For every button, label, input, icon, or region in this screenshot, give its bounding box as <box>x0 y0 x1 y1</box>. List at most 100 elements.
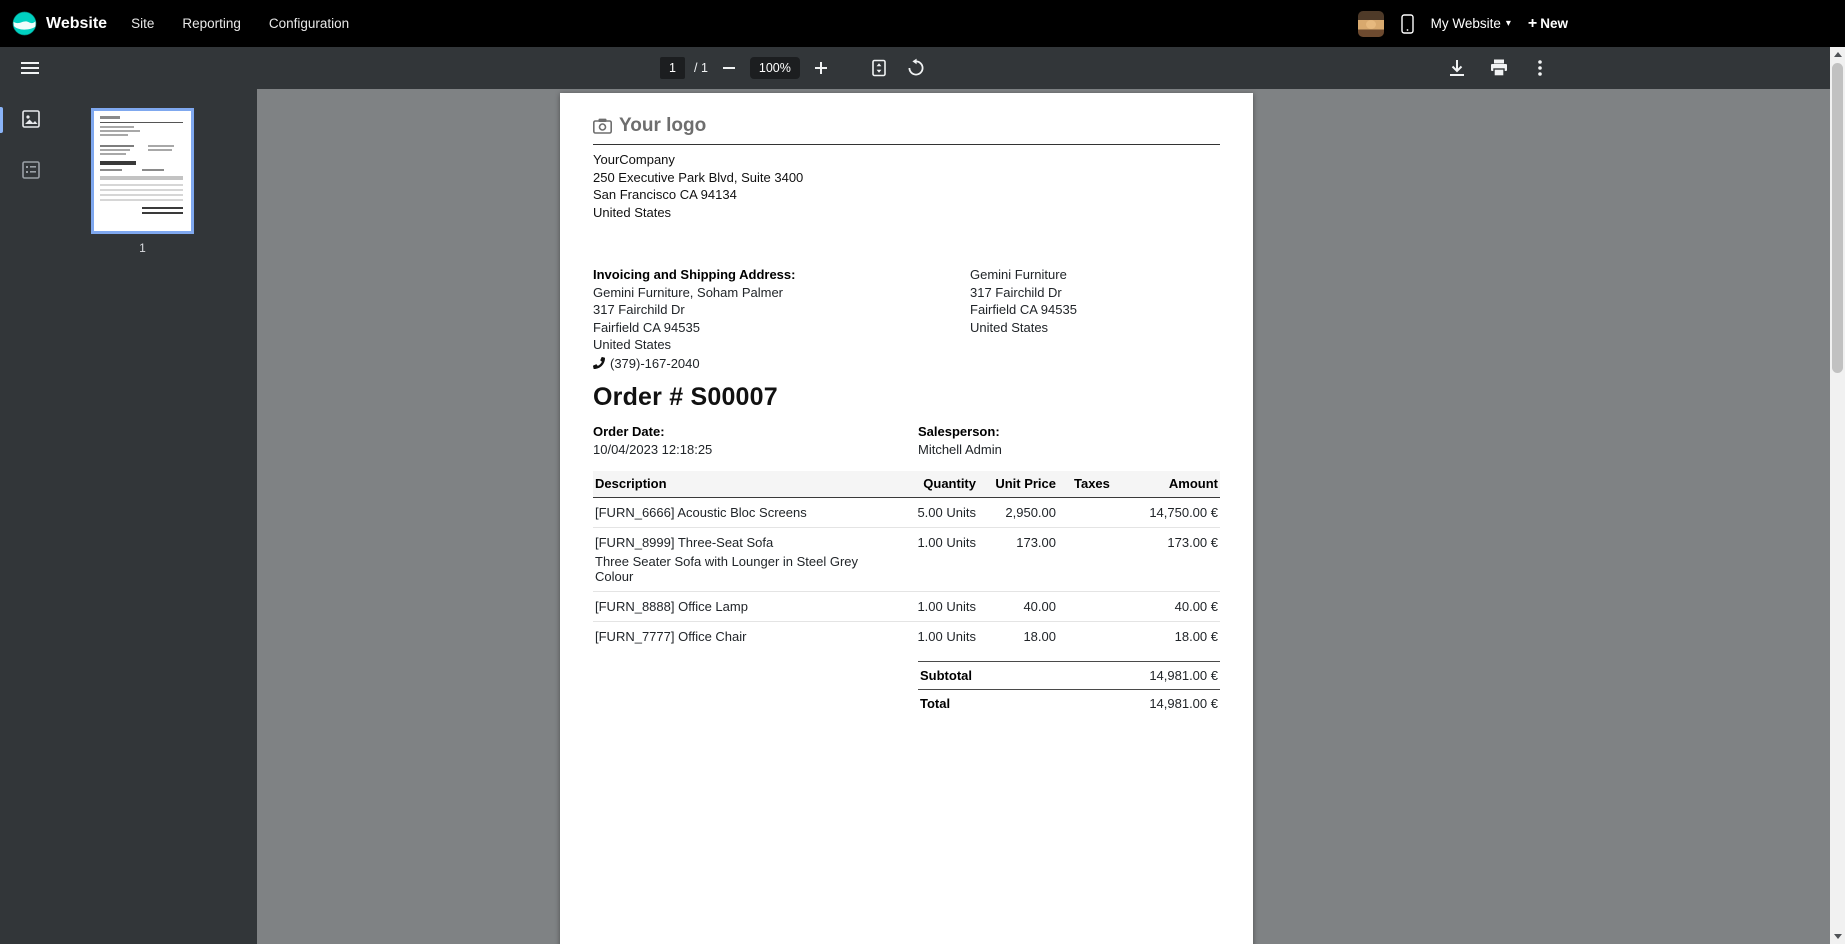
cell-description: [FURN_8888] Office Lamp <box>593 592 890 622</box>
cell-amount: 173.00 € <box>1120 528 1220 592</box>
col-quantity: Quantity <box>890 471 978 498</box>
subtotal-row: Subtotal 14,981.00 € <box>918 661 1220 689</box>
mobile-preview-button[interactable] <box>1401 14 1414 34</box>
cell-unit-price: 173.00 <box>978 528 1058 592</box>
rotate-button[interactable] <box>902 54 930 82</box>
page-thumbnail-preview <box>94 111 191 231</box>
menu-site[interactable]: Site <box>117 0 168 47</box>
scroll-up-arrow[interactable] <box>1830 47 1845 62</box>
invoicing-address-line: Fairfield CA 94535 <box>593 319 970 337</box>
download-button[interactable] <box>1443 54 1471 82</box>
user-avatar[interactable] <box>1358 11 1384 37</box>
cell-taxes <box>1058 592 1120 622</box>
company-address-line: United States <box>593 204 1220 222</box>
total-row: Total 14,981.00 € <box>918 689 1220 717</box>
cell-unit-price: 40.00 <box>978 592 1058 622</box>
invoicing-address-line: 317 Fairchild Dr <box>593 301 970 319</box>
cell-amount: 14,750.00 € <box>1120 498 1220 528</box>
col-taxes: Taxes <box>1058 471 1120 498</box>
table-row: [FURN_6666] Acoustic Bloc Screens 5.00 U… <box>593 498 1220 528</box>
cell-quantity: 5.00 Units <box>890 498 978 528</box>
zoom-out-button[interactable] <box>717 56 741 80</box>
zoom-in-button[interactable] <box>809 56 833 80</box>
table-row: [FURN_8888] Office Lamp 1.00 Units 40.00… <box>593 592 1220 622</box>
vertical-scrollbar[interactable] <box>1830 47 1845 944</box>
cell-quantity: 1.00 Units <box>890 528 978 592</box>
pdf-toolbar-right <box>1443 47 1553 89</box>
more-options-button[interactable] <box>1527 54 1553 82</box>
invoicing-address-line: Gemini Furniture, Soham Palmer <box>593 284 970 302</box>
subtotal-label: Subtotal <box>920 668 972 683</box>
table-row: [FURN_7777] Office Chair 1.00 Units 18.0… <box>593 622 1220 652</box>
col-amount: Amount <box>1120 471 1220 498</box>
rotate-icon <box>906 58 926 78</box>
company-address-line: San Francisco CA 94134 <box>593 186 1220 204</box>
salesperson-value: Mitchell Admin <box>918 441 1002 459</box>
new-content-button[interactable]: + New <box>1528 15 1568 33</box>
cell-quantity: 1.00 Units <box>890 592 978 622</box>
website-switcher-dropdown[interactable]: My Website ▾ <box>1431 16 1511 31</box>
total-value: 14,981.00 € <box>1149 696 1218 711</box>
company-address-block: YourCompany 250 Executive Park Blvd, Sui… <box>593 151 1220 221</box>
invoicing-address-line: United States <box>593 336 970 354</box>
scroll-down-arrow[interactable] <box>1830 929 1845 944</box>
website-app-logo-icon <box>12 11 37 36</box>
scrollbar-thumb[interactable] <box>1832 63 1843 373</box>
pdf-toolbar: / 1 100% <box>0 47 1845 89</box>
order-date-label: Order Date: <box>593 423 918 441</box>
subtotal-value: 14,981.00 € <box>1149 668 1218 683</box>
pdf-viewer: 1 Your logo YourCompany 250 Executive Pa… <box>0 89 1845 944</box>
table-header-row: Description Quantity Unit Price Taxes Am… <box>593 471 1220 498</box>
cell-quantity: 1.00 Units <box>890 622 978 652</box>
totals-block: Subtotal 14,981.00 € Total 14,981.00 € <box>918 661 1220 717</box>
website-switcher-label: My Website <box>1431 16 1501 31</box>
shipping-address-line: Gemini Furniture <box>970 266 1077 284</box>
shipping-address-line: Fairfield CA 94535 <box>970 301 1077 319</box>
sidebar-toggle-button[interactable] <box>16 54 44 82</box>
up-arrow-icon <box>1834 52 1842 57</box>
salesperson-block: Salesperson: Mitchell Admin <box>918 423 1002 459</box>
cell-taxes <box>1058 528 1120 592</box>
shipping-address-line: United States <box>970 319 1077 337</box>
hamburger-menu-icon <box>20 58 40 78</box>
fit-to-page-button[interactable] <box>865 54 893 82</box>
thumbnails-icon <box>21 109 41 129</box>
page-number-input[interactable] <box>660 57 685 79</box>
zoom-level-badge: 100% <box>750 57 800 79</box>
menu-reporting[interactable]: Reporting <box>168 0 255 47</box>
thumbnails-view-button[interactable] <box>17 105 45 133</box>
pdf-sidebar: 1 <box>0 89 257 944</box>
kebab-menu-icon <box>1531 58 1549 78</box>
plus-icon <box>813 60 829 76</box>
phone-number: (379)-167-2040 <box>610 355 700 373</box>
menu-configuration[interactable]: Configuration <box>255 0 363 47</box>
cell-unit-price: 18.00 <box>978 622 1058 652</box>
minus-icon <box>721 60 737 76</box>
addresses-section: Invoicing and Shipping Address: Gemini F… <box>593 266 1220 372</box>
app-switcher[interactable]: Website <box>0 11 117 36</box>
camera-icon <box>593 118 612 134</box>
chevron-down-icon: ▾ <box>1506 18 1511 29</box>
new-button-label: New <box>1540 16 1568 31</box>
print-button[interactable] <box>1485 54 1513 82</box>
company-address-line: 250 Executive Park Blvd, Suite 3400 <box>593 169 1220 187</box>
order-date-block: Order Date: 10/04/2023 12:18:25 <box>593 423 918 459</box>
pdf-page-controls: / 1 100% <box>660 47 930 89</box>
top-menu: Site Reporting Configuration <box>117 0 363 47</box>
total-label: Total <box>920 696 950 711</box>
order-date-value: 10/04/2023 12:18:25 <box>593 441 918 459</box>
plus-icon: + <box>1528 15 1537 33</box>
order-title: Order # S00007 <box>593 383 1220 412</box>
cell-amount: 18.00 € <box>1120 622 1220 652</box>
invoicing-address-heading: Invoicing and Shipping Address: <box>593 266 970 284</box>
page-thumbnail[interactable] <box>91 108 194 234</box>
outline-view-button[interactable] <box>17 156 45 184</box>
logo-text: Your logo <box>619 115 706 137</box>
table-row: [FURN_8999] Three-Seat Sofa Three Seater… <box>593 528 1220 592</box>
cell-description: [FURN_8999] Three-Seat Sofa Three Seater… <box>593 528 890 592</box>
cell-taxes <box>1058 622 1120 652</box>
page-count-label: / 1 <box>694 61 708 75</box>
cell-description: [FURN_6666] Acoustic Bloc Screens <box>593 498 890 528</box>
download-icon <box>1447 58 1467 78</box>
app-title: Website <box>46 15 107 33</box>
